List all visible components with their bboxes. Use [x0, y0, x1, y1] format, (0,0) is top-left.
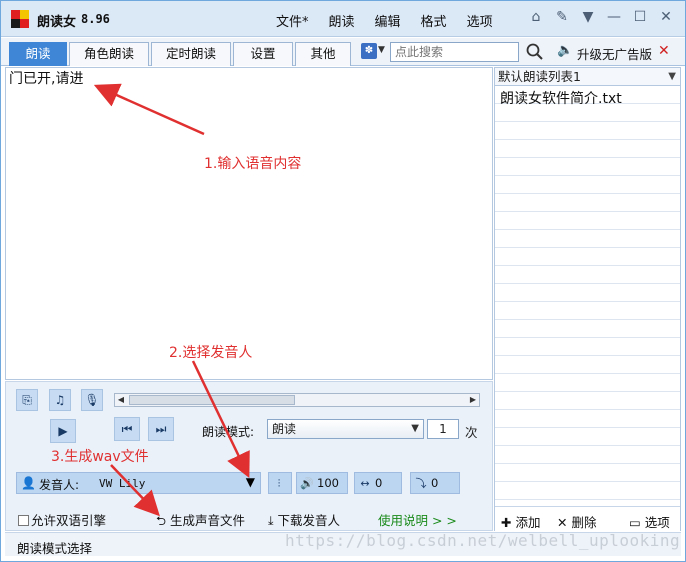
app-title: 朗读女 — [37, 15, 77, 30]
previous-button[interactable]: ⏮ — [114, 417, 140, 441]
convert-icon: ⮌ — [156, 513, 167, 528]
chevron-down-icon: ▼ — [668, 71, 676, 82]
mode-select[interactable]: 朗读 ▼ — [267, 419, 424, 439]
status-text: 朗读模式选择 — [17, 541, 93, 556]
volume-control[interactable]: 🔊 100 — [296, 472, 348, 494]
tab-other[interactable]: 其他 — [295, 42, 351, 66]
close-icon[interactable]: ✕ — [653, 9, 679, 25]
menu-bar: 文件* 朗读 编辑 格式 选项 — [276, 11, 513, 30]
progress-scrollbar[interactable]: ◀ ▶ — [114, 393, 480, 407]
dual-engine-label: 允许双语引擎 — [31, 513, 107, 528]
tab-role-read[interactable]: 角色朗读 — [69, 42, 149, 66]
search-input[interactable] — [390, 42, 519, 62]
volume-value: 100 — [317, 476, 339, 490]
play-button[interactable]: ▶ — [50, 419, 76, 443]
download-voice-button[interactable]: ⤓ 下载发音人 — [268, 510, 340, 529]
menu-edit[interactable]: 编辑 — [375, 11, 401, 30]
upgrade-link[interactable]: 升级无广告版 — [577, 44, 652, 63]
checkbox-box[interactable] — [18, 515, 29, 526]
list-item[interactable]: 朗读女软件简介.txt — [500, 88, 622, 108]
menu-format[interactable]: 格式 — [421, 11, 447, 30]
maximize-icon[interactable]: ☐ — [627, 9, 653, 25]
search-icon[interactable] — [525, 42, 545, 62]
speed-control[interactable]: ↔ 0 — [354, 472, 402, 494]
minimize-icon[interactable]: — — [601, 9, 627, 25]
menu-read[interactable]: 朗读 — [329, 11, 355, 30]
app-window: 朗读女 8.96 文件* 朗读 编辑 格式 选项 ⌂ ✎ ▼ — ☐ ✕ 朗读 … — [0, 0, 686, 562]
tab-read[interactable]: 朗读 — [9, 42, 67, 66]
x-icon: ✕ — [557, 515, 568, 530]
add-button[interactable]: ✚ 添加 — [501, 512, 540, 531]
options-label: 选项 — [644, 515, 670, 530]
playlist-select[interactable]: 默认朗读列表1 ▼ — [495, 68, 680, 86]
microphone-icon[interactable]: 🎙 — [81, 389, 103, 411]
playlist-panel: 默认朗读列表1 ▼ 朗读女软件简介.txt ✚ 添加 ✕ 删除 ▭ 选项 — [494, 67, 681, 531]
mode-select-value: 朗读 — [272, 422, 297, 436]
app-logo-icon — [11, 10, 29, 28]
music-icon[interactable]: ♫ — [49, 389, 71, 411]
chevron-down-icon[interactable]: ▼ — [378, 45, 385, 55]
editor-text: 门已开,请进 — [9, 71, 84, 87]
tools-icon[interactable]: ✎ — [549, 9, 575, 25]
speaker-icon: 🔈 — [557, 43, 574, 58]
app-version: 8.96 — [81, 12, 110, 26]
person-icon: 👤 — [21, 476, 36, 490]
playlist-list — [495, 86, 680, 506]
menu-file[interactable]: 文件* — [276, 11, 309, 30]
text-editor[interactable]: 门已开,请进 — [5, 67, 493, 380]
generate-audio-button[interactable]: ⮌ 生成声音文件 — [156, 510, 245, 533]
scroll-right-icon[interactable]: ▶ — [467, 394, 479, 406]
shirt-icon[interactable]: ▼ — [575, 9, 601, 25]
speed-value: 0 — [375, 476, 383, 490]
dual-engine-checkbox[interactable]: 允许双语引擎 — [18, 510, 106, 529]
tab-timed-read[interactable]: 定时朗读 — [151, 42, 231, 66]
voice-label: 发音人: — [39, 478, 80, 492]
annotation-1: 1.输入语音内容 — [204, 156, 302, 172]
chevron-down-icon: ▼ — [245, 475, 255, 489]
voice-value: VW Lily — [99, 477, 146, 490]
plus-icon: ✚ — [501, 515, 512, 530]
title-bar: 朗读女 8.96 文件* 朗读 编辑 格式 选项 ⌂ ✎ ▼ — ☐ ✕ — [1, 1, 685, 37]
generate-audio-label: 生成声音文件 — [170, 513, 246, 528]
repeat-count-unit: 次 — [465, 425, 478, 440]
voice-wave-icon: ⫶ — [277, 477, 281, 490]
annotation-3: 3.生成wav文件 — [51, 449, 149, 465]
delete-button[interactable]: ✕ 删除 — [557, 512, 596, 531]
playlist-select-value: 默认朗读列表1 — [498, 69, 581, 84]
volume-icon: 🔊 — [300, 477, 314, 490]
scroll-left-icon[interactable]: ◀ — [115, 394, 127, 406]
menu-options[interactable]: 选项 — [467, 11, 493, 30]
voice-select[interactable]: 👤 发音人: VW Lily ▼ — [16, 472, 261, 494]
text-mode-icon[interactable]: ⎘ — [16, 389, 38, 411]
repeat-count-input[interactable]: 1 — [427, 419, 459, 439]
next-button[interactable]: ⏭ — [148, 417, 174, 441]
scroll-thumb[interactable] — [129, 395, 295, 405]
pitch-control[interactable]: ⤵ 0 — [410, 472, 460, 494]
speed-icon: ↔ — [360, 477, 370, 490]
home-icon[interactable]: ⌂ — [523, 9, 549, 25]
help-link[interactable]: 使用说明 > > — [378, 510, 457, 529]
window-controls: ⌂ ✎ ▼ — ☐ ✕ — [523, 9, 679, 25]
mode-label: 朗读模式: — [202, 425, 255, 439]
voice-settings-button[interactable]: ⫶ — [268, 472, 292, 494]
playlist-footer: ✚ 添加 ✕ 删除 ▭ 选项 — [495, 506, 680, 531]
pitch-icon: ⤵ — [415, 477, 427, 490]
pitch-value: 0 — [431, 476, 439, 490]
download-voice-label: 下载发音人 — [277, 513, 341, 528]
annotation-2: 2.选择发音人 — [169, 345, 253, 361]
close-ad-icon[interactable]: ✕ — [658, 43, 670, 59]
download-icon: ⤓ — [268, 513, 274, 528]
watermark: https://blog.csdn.net/welbell_uplooking — [285, 531, 681, 550]
add-label: 添加 — [515, 515, 541, 530]
delete-label: 删除 — [571, 515, 597, 530]
tab-settings[interactable]: 设置 — [233, 42, 293, 66]
window-icon: ▭ — [629, 515, 641, 530]
chevron-down-icon: ▼ — [411, 423, 419, 434]
playlist-options-button[interactable]: ▭ 选项 — [629, 512, 670, 531]
search-engine-paw-icon[interactable]: ✽ — [361, 43, 377, 59]
